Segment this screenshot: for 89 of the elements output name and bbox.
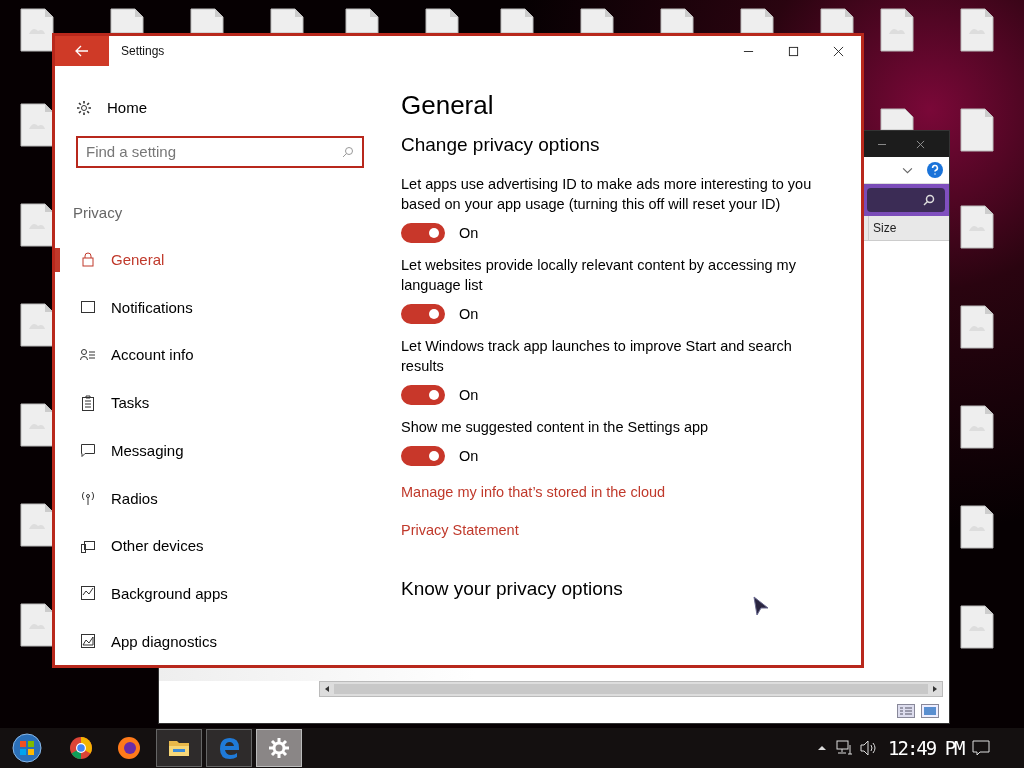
close-icon[interactable] xyxy=(833,45,844,57)
file-icon[interactable] xyxy=(20,403,54,447)
file-icon[interactable] xyxy=(740,8,774,33)
toggle-switch[interactable] xyxy=(401,385,445,405)
file-icon[interactable] xyxy=(20,503,54,547)
clock[interactable]: 12:49 PM xyxy=(888,737,964,759)
maximize-icon[interactable] xyxy=(788,45,799,57)
window-title: Settings xyxy=(121,44,165,58)
section-label: Privacy xyxy=(73,203,124,223)
horizontal-scrollbar[interactable] xyxy=(319,681,943,697)
file-icon[interactable] xyxy=(270,8,304,33)
file-icon[interactable] xyxy=(425,8,459,33)
volume-icon[interactable] xyxy=(860,740,878,756)
details-view-icon[interactable] xyxy=(897,704,915,718)
browser-icon xyxy=(69,736,93,760)
link[interactable]: Manage my info that’s stored in the cloud xyxy=(401,484,666,500)
file-icon[interactable] xyxy=(20,203,54,247)
gear-icon xyxy=(267,736,291,760)
gear-icon xyxy=(76,99,92,116)
file-icon[interactable] xyxy=(960,505,994,549)
link[interactable]: Privacy Statement xyxy=(401,522,519,538)
e-browser-icon xyxy=(217,736,241,760)
file-icon[interactable] xyxy=(500,8,534,33)
nav-item[interactable]: Other devices xyxy=(73,521,383,570)
taskbar-app-button[interactable] xyxy=(156,729,202,767)
file-icon[interactable] xyxy=(960,405,994,449)
toggle-switch[interactable] xyxy=(401,223,445,243)
file-icon[interactable] xyxy=(20,303,54,347)
file-icon[interactable] xyxy=(960,8,994,52)
section-heading: Change privacy options xyxy=(401,134,601,156)
home-link[interactable]: Home xyxy=(73,88,383,128)
toggle-switch[interactable] xyxy=(401,446,445,466)
page-heading: General xyxy=(401,90,495,122)
nav-item[interactable]: Radios xyxy=(73,474,383,522)
close-icon[interactable] xyxy=(916,139,925,149)
section-heading: Know your privacy options xyxy=(401,578,624,600)
file-icon[interactable] xyxy=(20,103,54,147)
file-icon[interactable] xyxy=(960,305,994,349)
search-field[interactable]: Find a setting xyxy=(76,135,364,168)
file-icon[interactable] xyxy=(960,605,994,649)
scroll-left-icon[interactable] xyxy=(323,685,331,693)
toggle-label: On xyxy=(459,225,479,241)
nav-icon xyxy=(80,490,96,507)
nav-icon xyxy=(80,251,96,268)
pointer-icon xyxy=(753,596,769,616)
option-description: Let apps use advertising ID to make ads more interesting to you based on your app usage (turning this off will reset your ID) xyxy=(401,175,813,214)
nav-item[interactable]: Background apps xyxy=(73,569,383,618)
option-description: Let websites provide locally relevant content by accessing my language list xyxy=(401,256,797,295)
file-icon[interactable] xyxy=(960,205,994,249)
file-icon[interactable] xyxy=(190,8,224,33)
thumbnail-view-icon[interactable] xyxy=(921,704,939,718)
start-button[interactable] xyxy=(12,733,42,763)
option-description: Let Windows track app launches to improve Start and search results xyxy=(401,337,793,376)
nav-icon xyxy=(80,585,96,602)
toggle-label: On xyxy=(459,387,479,403)
back-arrow-icon xyxy=(75,45,89,57)
column-header[interactable]: Size xyxy=(868,216,949,240)
nav-item[interactable]: Tasks xyxy=(73,378,383,427)
nav-item[interactable]: Messaging xyxy=(73,426,383,475)
notification-icon[interactable] xyxy=(972,740,990,756)
file-icon[interactable] xyxy=(580,8,614,33)
file-icon[interactable] xyxy=(20,8,54,52)
search-field[interactable] xyxy=(867,188,945,212)
nav-icon xyxy=(80,633,96,650)
file-icon[interactable] xyxy=(20,603,54,647)
network-icon[interactable] xyxy=(836,740,854,756)
toggle-switch[interactable] xyxy=(401,304,445,324)
minimize-icon[interactable] xyxy=(878,143,886,145)
file-icon[interactable] xyxy=(110,8,144,33)
search-icon xyxy=(342,145,354,158)
nav-item[interactable]: App diagnostics xyxy=(73,617,383,665)
option-description: Show me suggested content in the Settings app xyxy=(401,418,710,437)
file-icon[interactable] xyxy=(960,108,994,152)
nav-icon xyxy=(80,442,96,459)
file-icon[interactable] xyxy=(345,8,379,33)
search-icon xyxy=(923,194,935,206)
file-icon[interactable] xyxy=(880,8,914,52)
file-icon[interactable] xyxy=(820,8,854,33)
file-icon[interactable] xyxy=(660,8,694,33)
scroll-right-icon[interactable] xyxy=(931,685,939,693)
nav-icon xyxy=(80,394,96,411)
nav-item[interactable]: Account info xyxy=(73,331,383,379)
toggle-label: On xyxy=(459,306,479,322)
toggle-label: On xyxy=(459,448,479,464)
nav-icon xyxy=(80,346,96,363)
nav-icon xyxy=(80,299,96,316)
chevron-icon[interactable] xyxy=(902,166,913,174)
nav-item[interactable]: Notifications xyxy=(73,283,383,331)
help-icon[interactable] xyxy=(927,162,943,178)
